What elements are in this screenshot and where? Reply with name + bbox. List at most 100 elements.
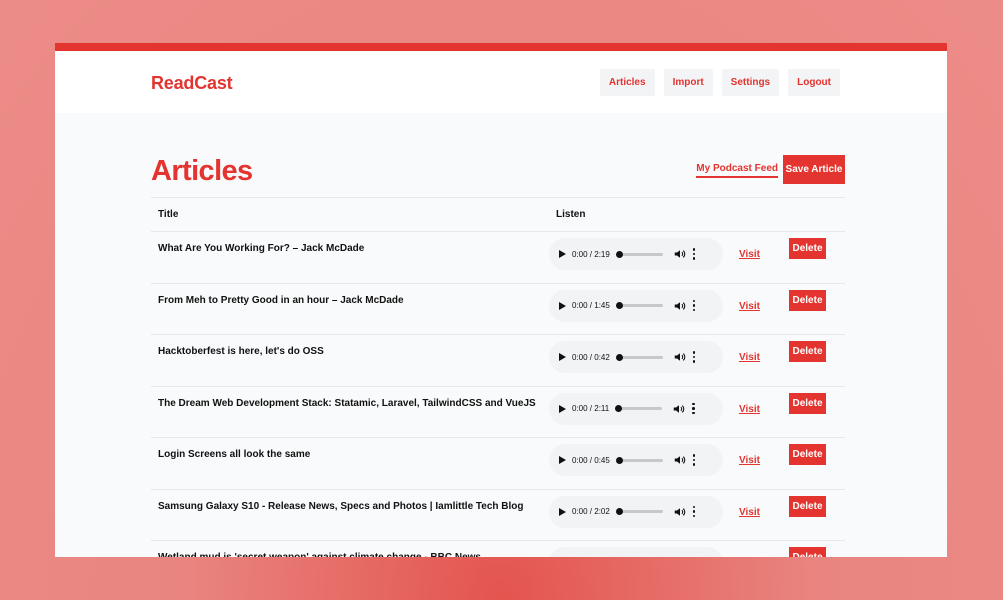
- table-header-row: Title Listen: [151, 197, 845, 232]
- audio-player[interactable]: 0:00 / 2:02: [549, 495, 723, 528]
- article-title: Samsung Galaxy S10 - Release News, Specs…: [151, 489, 549, 541]
- nav-articles[interactable]: Articles: [599, 69, 655, 96]
- audio-cell: 0:00 / 2:19: [549, 231, 739, 284]
- audio-time: 0:00 / 1:45: [572, 301, 610, 310]
- visit-cell: Visit: [739, 489, 789, 541]
- volume-icon[interactable]: [674, 351, 686, 363]
- progress-thumb[interactable]: [615, 250, 623, 258]
- article-title: The Dream Web Development Stack: Statami…: [151, 386, 549, 438]
- nav-settings[interactable]: Settings: [721, 69, 780, 96]
- save-article-button[interactable]: Save Article: [783, 155, 845, 184]
- article-title: Wetland mud is 'secret weapon' against c…: [151, 540, 549, 557]
- more-options-icon[interactable]: [692, 454, 696, 466]
- visit-link[interactable]: Visit: [739, 352, 760, 363]
- delete-cell: Delete: [789, 334, 845, 387]
- progress-thumb[interactable]: [615, 456, 623, 464]
- title-row: Articles My Podcast Feed Save Article: [151, 155, 845, 197]
- visit-cell: Visit: [739, 231, 789, 284]
- brand-logo[interactable]: ReadCast: [151, 73, 233, 94]
- delete-button[interactable]: Delete: [789, 341, 826, 362]
- volume-icon[interactable]: [673, 403, 685, 415]
- delete-cell: Delete: [789, 231, 845, 284]
- table-row: What Are You Working For? – Jack McDade …: [151, 231, 845, 284]
- audio-player[interactable]: 0:00 / 2:19: [549, 238, 723, 270]
- audio-cell: 0:00 / 0:42: [549, 334, 739, 387]
- article-title: What Are You Working For? – Jack McDade: [151, 231, 549, 284]
- play-icon[interactable]: [559, 404, 566, 413]
- volume-icon[interactable]: [674, 300, 686, 312]
- visit-link[interactable]: Visit: [739, 249, 760, 260]
- audio-player[interactable]: 0:00 / 1:45: [549, 289, 723, 322]
- play-icon[interactable]: [559, 456, 566, 464]
- table-row: Hacktoberfest is here, let's do OSS 0:00…: [151, 334, 845, 387]
- visit-link[interactable]: Visit: [739, 507, 760, 518]
- delete-button[interactable]: Delete: [789, 444, 826, 465]
- table-row: Login Screens all look the same 0:00 / 0…: [151, 437, 845, 490]
- audio-cell: 0:00 / 2:11: [549, 386, 739, 438]
- audio-time: 0:00 / 2:11: [572, 404, 610, 413]
- delete-cell: Delete: [789, 283, 845, 335]
- delete-button[interactable]: Delete: [789, 289, 826, 311]
- more-options-icon[interactable]: [692, 351, 696, 363]
- nav-import[interactable]: Import: [663, 69, 713, 96]
- delete-button[interactable]: Delete: [789, 238, 826, 259]
- visit-link[interactable]: Visit: [739, 301, 760, 312]
- audio-progress-slider[interactable]: [615, 456, 663, 464]
- progress-thumb[interactable]: [615, 353, 623, 361]
- audio-progress-slider[interactable]: [615, 508, 663, 515]
- play-icon[interactable]: [559, 250, 566, 258]
- volume-icon[interactable]: [674, 248, 686, 260]
- delete-button[interactable]: Delete: [789, 495, 826, 517]
- visit-cell: Visit: [739, 386, 789, 438]
- delete-cell: Delete: [789, 540, 845, 557]
- table-row: From Meh to Pretty Good in an hour – Jac…: [151, 283, 845, 335]
- visit-cell: Visit: [739, 540, 789, 557]
- delete-cell: Delete: [789, 386, 845, 438]
- play-icon[interactable]: [559, 507, 566, 516]
- delete-cell: Delete: [789, 437, 845, 490]
- volume-icon[interactable]: [674, 454, 686, 466]
- audio-time: 0:00 / 2:02: [572, 507, 610, 516]
- article-title: Login Screens all look the same: [151, 437, 549, 490]
- more-options-icon[interactable]: [692, 402, 695, 415]
- audio-player[interactable]: 0:00 / 0:45: [549, 444, 723, 476]
- audio-progress-slider[interactable]: [615, 405, 663, 412]
- articles-table: Title Listen What Are You Working For? –…: [151, 197, 845, 557]
- table-row: Wetland mud is 'secret weapon' against c…: [151, 540, 845, 557]
- article-title: Hacktoberfest is here, let's do OSS: [151, 334, 549, 387]
- play-icon[interactable]: [559, 353, 566, 361]
- audio-player[interactable]: 0:00 / 0:00: [549, 547, 723, 557]
- audio-player[interactable]: 0:00 / 2:11: [549, 392, 723, 425]
- progress-thumb[interactable]: [615, 302, 623, 309]
- column-header-title: Title: [151, 197, 549, 232]
- delete-button[interactable]: Delete: [789, 547, 826, 557]
- more-options-icon[interactable]: [692, 505, 696, 518]
- audio-cell: 0:00 / 1:45: [549, 283, 739, 335]
- more-options-icon[interactable]: [692, 299, 696, 312]
- more-options-icon[interactable]: [692, 248, 696, 260]
- audio-time: 0:00 / 0:45: [572, 455, 610, 465]
- audio-player[interactable]: 0:00 / 0:42: [549, 341, 723, 373]
- delete-cell: Delete: [789, 489, 845, 541]
- site-header: ReadCast Articles Import Settings Logout: [55, 51, 947, 113]
- column-header-listen: Listen: [549, 197, 845, 232]
- progress-thumb[interactable]: [615, 508, 623, 515]
- accent-bar: [55, 43, 947, 51]
- article-title: From Meh to Pretty Good in an hour – Jac…: [151, 283, 549, 335]
- volume-icon[interactable]: [674, 506, 686, 518]
- nav-logout[interactable]: Logout: [788, 69, 840, 96]
- audio-progress-slider[interactable]: [615, 353, 663, 361]
- podcast-feed-link[interactable]: My Podcast Feed: [696, 163, 778, 178]
- visit-link[interactable]: Visit: [739, 455, 760, 466]
- progress-thumb[interactable]: [615, 405, 623, 412]
- audio-progress-slider[interactable]: [615, 302, 663, 309]
- audio-time: 0:00 / 0:42: [572, 352, 610, 362]
- audio-progress-slider[interactable]: [615, 250, 663, 258]
- app-window: ReadCast Articles Import Settings Logout…: [55, 43, 947, 557]
- audio-time: 0:00 / 2:19: [572, 249, 610, 259]
- visit-link[interactable]: Visit: [739, 404, 760, 415]
- visit-cell: Visit: [739, 437, 789, 490]
- delete-button[interactable]: Delete: [789, 392, 826, 414]
- play-icon[interactable]: [559, 301, 566, 310]
- audio-cell: 0:00 / 2:02: [549, 489, 739, 541]
